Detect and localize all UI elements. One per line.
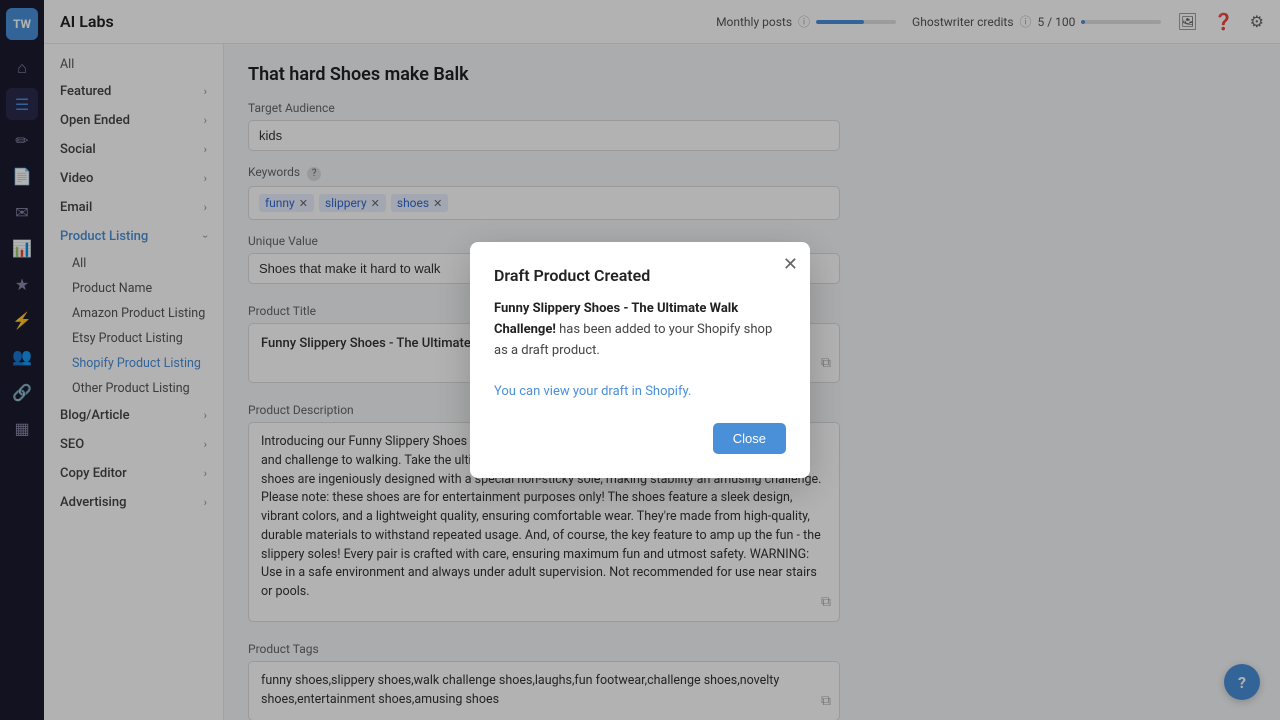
modal-close-button-primary[interactable]: Close — [713, 423, 786, 454]
modal-overlay[interactable]: ✕ Draft Product Created Funny Slippery S… — [0, 0, 1280, 720]
modal-close-button[interactable]: ✕ — [783, 254, 798, 275]
modal-title: Draft Product Created — [494, 266, 786, 285]
modal-footer: Close — [494, 423, 786, 454]
modal-shopify-link[interactable]: You can view your draft in Shopify. — [494, 384, 691, 399]
draft-product-modal: ✕ Draft Product Created Funny Slippery S… — [470, 242, 810, 478]
modal-body: Funny Slippery Shoes - The Ultimate Walk… — [494, 299, 786, 403]
